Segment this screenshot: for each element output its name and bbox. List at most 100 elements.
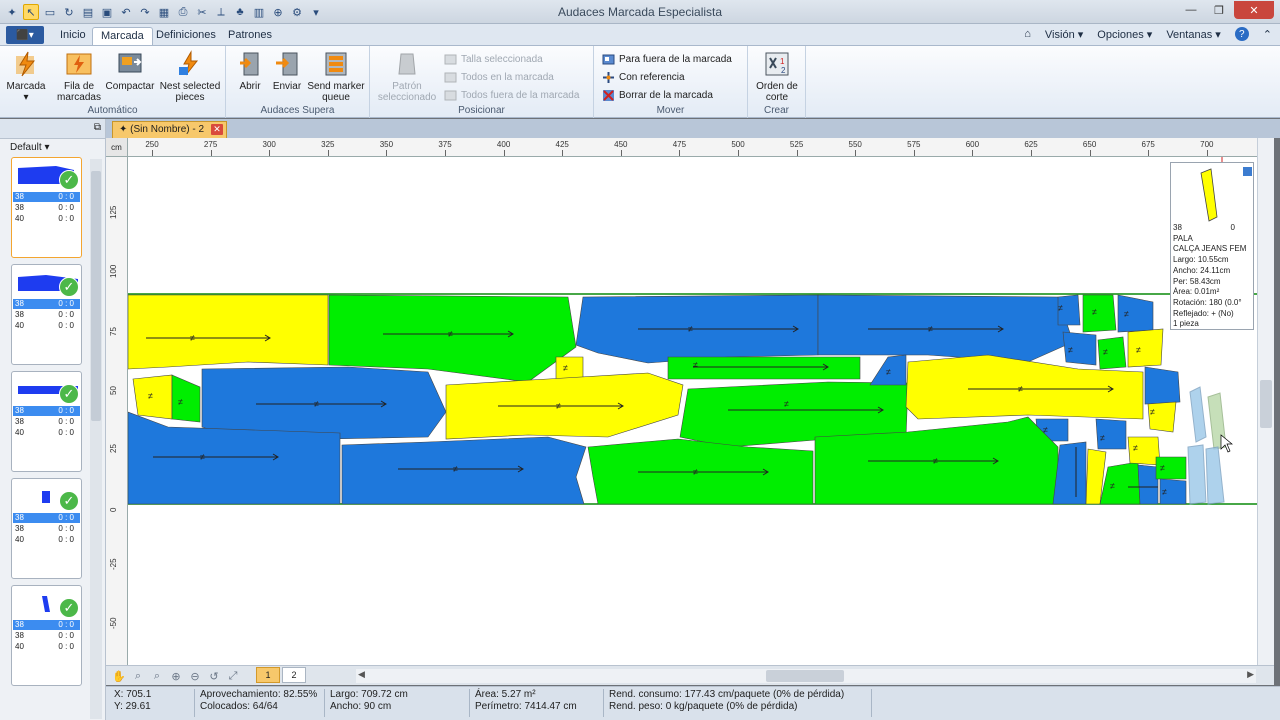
send-marker-queue-button[interactable]: Send marker queue <box>306 50 366 103</box>
marcada-button[interactable]: Marcada ▾ <box>7 50 45 103</box>
con-referencia-button[interactable]: Con referencia <box>602 69 685 85</box>
scroll-right-icon[interactable]: ▶ <box>1247 669 1254 680</box>
svg-text:≠: ≠ <box>1018 384 1023 394</box>
svg-text:≠: ≠ <box>1110 481 1115 491</box>
menu-ventanas[interactable]: Ventanas ▾ <box>1166 28 1220 41</box>
ruler-tick-label: 600 <box>965 140 980 149</box>
piece-thumbnail[interactable]: ✓ 38 0 : 0 38 0 : 0 40 0 : 0 <box>11 585 82 686</box>
group-label-posicionar: Posicionar <box>458 105 505 116</box>
horizontal-scroll-thumb[interactable] <box>766 670 844 682</box>
dragged-piece-ghost[interactable] <box>1189 386 1207 443</box>
marker-canvas[interactable]: cm 250 275 300 325 350 375 400 425 450 475 500 525 5… <box>106 138 1274 665</box>
size-row: 38 0 : 0 <box>13 513 80 523</box>
piece-thumbnail[interactable]: ✓ 38 0 : 0 38 0 : 0 40 0 : 0 <box>11 264 82 365</box>
nest-selected-pieces-button[interactable]: Nest selected pieces <box>158 50 222 103</box>
pattern-piece[interactable] <box>1099 461 1141 505</box>
pan-hand-icon[interactable]: ✋ <box>112 669 126 683</box>
zoom-in-icon[interactable]: ⊕ <box>169 669 183 683</box>
help-icon[interactable]: ? <box>1234 27 1249 41</box>
ruler-tick <box>562 150 564 156</box>
group-crear: 12 Orden de corte Crear <box>748 46 806 118</box>
ruler-tick-label: 525 <box>789 140 804 149</box>
pin-icon[interactable]: ⧉ <box>94 122 101 133</box>
close-document-icon[interactable]: ✕ <box>211 124 224 135</box>
placed-pieces: Colocados: 64/64 <box>200 701 278 712</box>
collapse-ribbon-icon[interactable]: ⌂ <box>1024 28 1031 40</box>
ruler-tick-label: 400 <box>496 140 511 149</box>
pattern-piece[interactable] <box>201 366 447 440</box>
minimize-icon[interactable]: — <box>1178 1 1204 19</box>
piece-thumbnail[interactable]: ✓ 38 0 : 0 38 0 : 0 40 0 : 0 <box>11 478 82 579</box>
menu-vision[interactable]: Visión ▾ <box>1045 28 1083 41</box>
compactar-button[interactable]: Compactar <box>104 50 156 92</box>
ruler-tick <box>1089 150 1091 156</box>
orden-de-corte-button[interactable]: 12 Orden de corte <box>754 50 800 103</box>
svg-text:≠: ≠ <box>693 360 698 370</box>
borrar-de-la-marcada-button[interactable]: Borrar de la marcada <box>602 87 713 103</box>
zoom-out-icon[interactable]: ⊖ <box>188 669 202 683</box>
pattern-piece[interactable] <box>171 374 201 423</box>
tab-marcada[interactable]: Marcada <box>92 27 153 46</box>
filter-dropdown[interactable]: Default ▾ <box>0 139 105 155</box>
ribbon-expand-icon[interactable]: ⌃ <box>1263 28 1272 41</box>
pattern-piece[interactable] <box>128 294 329 370</box>
fila-de-marcadas-button[interactable]: Fila de marcadas <box>54 50 104 103</box>
abrir-button[interactable]: Abrir <box>234 50 266 92</box>
ruler-tick-label: 450 <box>614 140 628 149</box>
page-tab-1[interactable]: 1 <box>256 667 280 683</box>
pattern-piece[interactable] <box>555 356 584 380</box>
tab-patrones[interactable]: Patrones <box>220 27 280 46</box>
restore-icon[interactable]: ❐ <box>1206 1 1232 19</box>
ruler-tick <box>152 150 153 156</box>
canvas-vertical-scrollbar[interactable] <box>1257 138 1274 665</box>
zoom-icon[interactable]: ⌕ <box>131 669 145 683</box>
size-label: 40 <box>15 535 24 544</box>
consumption-yield: Rend. consumo: 177.43 cm/paquete (0% de … <box>609 689 845 700</box>
pattern-piece[interactable] <box>341 436 587 505</box>
para-fuera-de-la-marcada-button[interactable]: Para fuera de la marcada <box>602 51 732 67</box>
mouse-cursor-icon <box>1220 434 1233 453</box>
vertical-scroll-thumb[interactable] <box>1260 380 1272 428</box>
document-tab-bar: ✦ (Sin Nombre) - 2 ✕ <box>106 119 1280 138</box>
piece-thumbnail[interactable]: ✓ 38 0 : 0 38 0 : 0 40 0 : 0 <box>11 157 82 258</box>
document-tab[interactable]: ✦ (Sin Nombre) - 2 ✕ <box>112 121 228 138</box>
piece-count: 1 pieza <box>1173 319 1199 329</box>
close-icon[interactable]: ✕ <box>1234 1 1274 19</box>
panel-scroll-thumb[interactable] <box>91 171 101 421</box>
tab-definiciones[interactable]: Definiciones <box>148 27 224 46</box>
size-count: 0 : 0 <box>58 299 74 308</box>
talla-seleccionada-button[interactable]: Talla seleccionada <box>444 51 543 67</box>
size-count: 0 : 0 <box>58 513 74 522</box>
file-menu-button[interactable]: ⬛▾ <box>6 26 44 44</box>
todos-fuera-de-la-marcada-button[interactable]: Todos fuera de la marcada <box>444 87 579 103</box>
pattern-piece[interactable] <box>1144 366 1181 405</box>
zoom-window-icon[interactable]: ⌕ <box>150 669 164 683</box>
size-count: 0 : 0 <box>58 524 74 533</box>
marker-layout[interactable]: ≠ ≠ ≠ ≠ ≠ ≠ ≠ ≠ ≠ ≠ ≠ ≠ ≠ ≠ ≠ ≠ ≠ ≠ ≠ ≠ ≠ ≠ ≠ ≠ ≠ ≠ ≠ ≠ ≠ ≠ <box>128 157 1274 665</box>
status-separator <box>469 689 470 717</box>
panel-scrollbar[interactable] <box>90 159 102 719</box>
group-automatico: Marcada ▾ Fila de marcadas Compactar Nest… <box>0 46 226 118</box>
ruler-tick <box>620 150 622 156</box>
zoom-fit-icon[interactable]: ⤢ <box>226 669 240 683</box>
todos-en-la-marcada-button[interactable]: Todos en la marcada <box>444 69 554 85</box>
right-menu: ⌂ Visión ▾ Opciones ▾ Ventanas ▾ ? ⌃ <box>1024 27 1272 41</box>
piece-thumbnail[interactable]: ✓ 38 0 : 0 38 0 : 0 40 0 : 0 <box>11 371 82 472</box>
tab-inicio[interactable]: Inicio <box>52 27 94 46</box>
pattern-piece[interactable] <box>1127 328 1164 368</box>
page-tab-2[interactable]: 2 <box>282 667 306 683</box>
size-icon <box>444 54 457 64</box>
dragged-piece-ghost[interactable] <box>1187 444 1207 505</box>
enviar-button[interactable]: Enviar <box>270 50 304 92</box>
menu-opciones[interactable]: Opciones ▾ <box>1097 28 1152 41</box>
ruler-tick-label: 625 <box>1024 140 1038 149</box>
scroll-left-icon[interactable]: ◀ <box>358 669 365 680</box>
ruler-tick-label: 100 <box>109 264 118 278</box>
piece-size-line: 38 0 <box>1173 223 1235 232</box>
canvas-horizontal-scrollbar[interactable]: ◀ ▶ <box>356 669 1256 683</box>
patron-seleccionado-button[interactable]: Patrón seleccionado <box>374 50 440 103</box>
zoom-previous-icon[interactable]: ↺ <box>207 669 221 683</box>
pattern-piece[interactable] <box>1082 294 1117 333</box>
dragged-piece-ghost[interactable] <box>1205 446 1225 505</box>
pattern-piece[interactable] <box>1137 464 1159 505</box>
